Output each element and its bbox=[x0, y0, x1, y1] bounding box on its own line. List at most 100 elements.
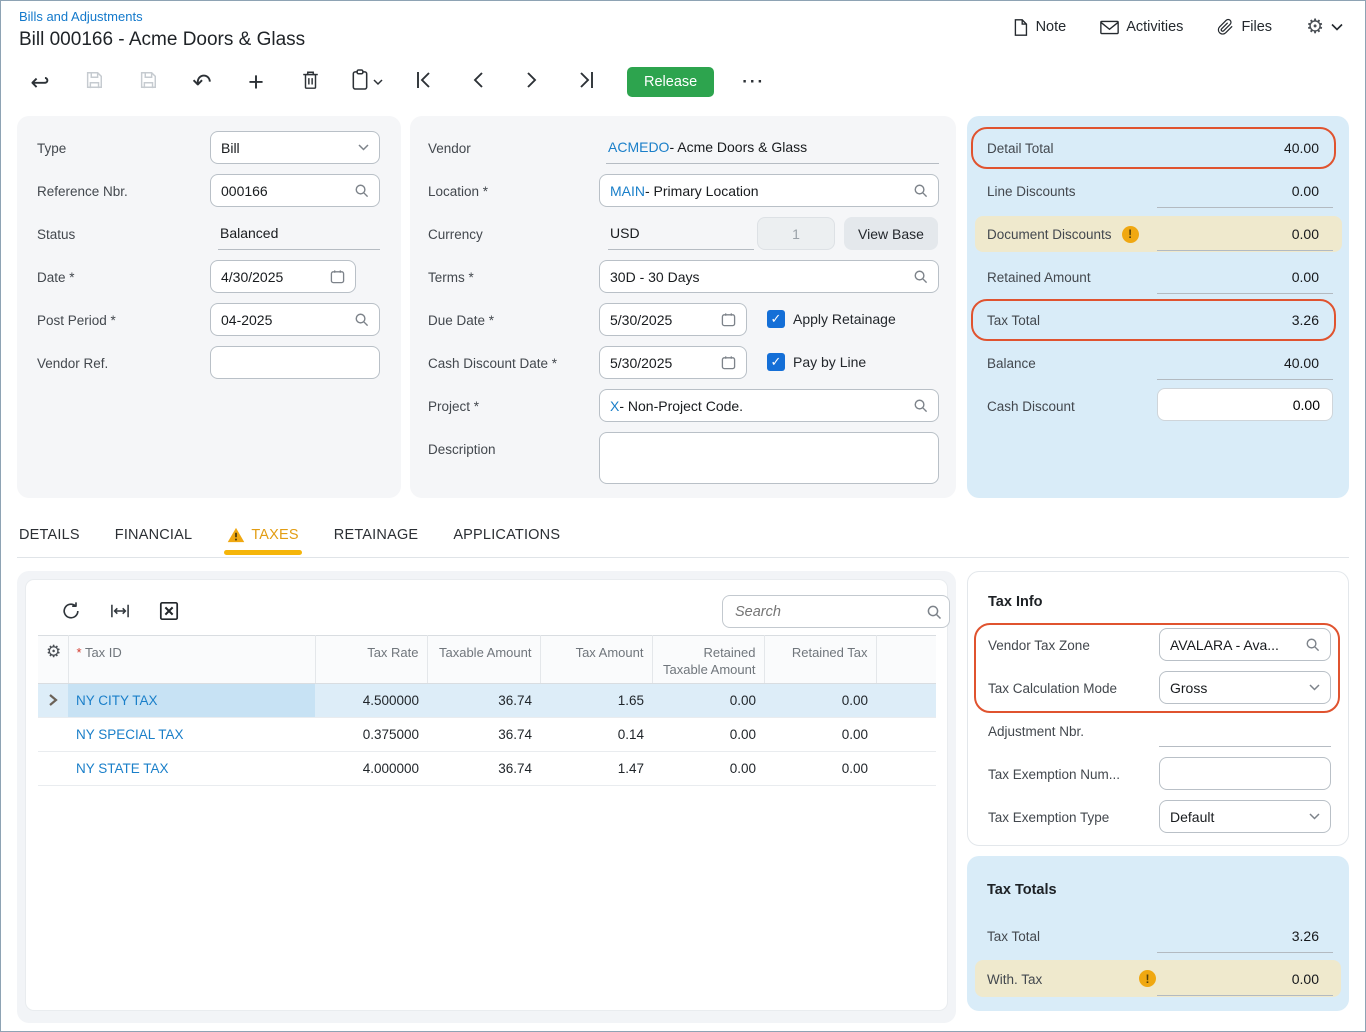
chevron-down-icon[interactable] bbox=[1309, 684, 1320, 691]
plus-icon: + bbox=[248, 69, 264, 96]
release-button[interactable]: Release bbox=[627, 67, 714, 97]
tab-details[interactable]: DETAILS bbox=[19, 527, 80, 543]
tax-rate-cell: 4.000000 bbox=[315, 751, 427, 785]
tax-totals-tax-total-value: 3.26 bbox=[1292, 928, 1319, 944]
totals-summary-panel: Detail Total 40.00 Line Discounts 0.00 D… bbox=[967, 116, 1349, 498]
search-icon[interactable] bbox=[913, 183, 928, 198]
save-and-close-button[interactable] bbox=[81, 69, 107, 95]
calendar-icon[interactable] bbox=[330, 269, 345, 284]
tab-financial[interactable]: FINANCIAL bbox=[115, 527, 193, 543]
vendor-label: Vendor bbox=[428, 141, 471, 156]
cash-discount-date-field[interactable]: 5/30/2025 bbox=[599, 346, 747, 379]
tax-id-cell[interactable]: NY CITY TAX bbox=[68, 683, 315, 717]
more-actions-button[interactable]: ··· bbox=[742, 72, 765, 92]
next-record-button[interactable] bbox=[519, 69, 545, 95]
export-to-excel-icon[interactable] bbox=[156, 598, 182, 624]
terms-field[interactable]: 30D - 30 Days bbox=[599, 260, 939, 293]
chevron-down-icon[interactable] bbox=[358, 144, 369, 151]
cash-discount-input[interactable] bbox=[1157, 388, 1333, 421]
view-base-button[interactable]: View Base bbox=[844, 217, 938, 250]
grid-search-input[interactable] bbox=[733, 603, 926, 621]
gear-icon[interactable]: ⚙ bbox=[46, 642, 61, 661]
col-header-tax-rate[interactable]: Tax Rate bbox=[315, 636, 427, 684]
tax-info-title: Tax Info bbox=[988, 594, 1043, 610]
tax-id-cell[interactable]: NY SPECIAL TAX bbox=[68, 717, 315, 751]
last-record-button[interactable] bbox=[573, 69, 599, 95]
refresh-icon[interactable] bbox=[58, 598, 84, 624]
terms-value: 30D - 30 Days bbox=[610, 269, 699, 285]
column-settings-cell[interactable]: ⚙ bbox=[38, 636, 68, 684]
type-dropdown[interactable]: Bill bbox=[210, 131, 380, 164]
delete-button[interactable] bbox=[297, 69, 323, 95]
grid-search-box[interactable] bbox=[722, 595, 950, 628]
tab-applications[interactable]: APPLICATIONS bbox=[453, 527, 560, 543]
tools-menu-button[interactable]: ⚙ bbox=[1306, 17, 1343, 37]
post-period-label: Post Period * bbox=[37, 313, 116, 328]
currency-rate-field: 1 bbox=[757, 217, 835, 250]
tax-total-value: 3.26 bbox=[1292, 312, 1319, 328]
tax-exemption-type-value: Default bbox=[1170, 809, 1214, 825]
status-label: Status bbox=[37, 227, 75, 242]
table-row[interactable]: NY CITY TAX 4.500000 36.74 1.65 0.00 0.0… bbox=[38, 683, 936, 717]
location-field[interactable]: MAIN - Primary Location bbox=[599, 174, 939, 207]
activities-button[interactable]: Activities bbox=[1100, 19, 1183, 35]
add-new-record-button[interactable]: + bbox=[243, 69, 269, 95]
search-icon[interactable] bbox=[1305, 637, 1320, 652]
reference-nbr-field[interactable]: 000166 bbox=[210, 174, 380, 207]
calendar-icon[interactable] bbox=[721, 355, 736, 370]
copy-paste-button[interactable] bbox=[351, 69, 383, 95]
search-icon[interactable] bbox=[926, 604, 942, 620]
description-textarea[interactable] bbox=[599, 432, 939, 484]
chevron-down-icon[interactable] bbox=[1309, 813, 1320, 820]
project-field[interactable]: X - Non-Project Code. bbox=[599, 389, 939, 422]
vendor-code-link[interactable]: ACMEDO bbox=[608, 139, 669, 155]
table-row[interactable]: NY SPECIAL TAX 0.375000 36.74 0.14 0.00 … bbox=[38, 717, 936, 751]
save-button[interactable] bbox=[135, 69, 161, 95]
project-code-link[interactable]: X bbox=[610, 398, 619, 414]
row-selector-cell bbox=[38, 717, 68, 751]
search-icon[interactable] bbox=[354, 183, 369, 198]
first-record-button[interactable] bbox=[411, 69, 437, 95]
location-code-link[interactable]: MAIN bbox=[610, 183, 645, 199]
col-header-retained-tax[interactable]: Retained Tax bbox=[764, 636, 876, 684]
search-icon[interactable] bbox=[354, 312, 369, 327]
calendar-icon[interactable] bbox=[721, 312, 736, 327]
tax-exemption-number-field[interactable] bbox=[1159, 757, 1331, 790]
search-icon[interactable] bbox=[913, 398, 928, 413]
due-date-field[interactable]: 5/30/2025 bbox=[599, 303, 747, 336]
date-field[interactable]: 4/30/2025 bbox=[210, 260, 356, 293]
cancel-undo-button[interactable]: ↶ bbox=[189, 69, 215, 95]
tax-id-cell[interactable]: NY STATE TAX bbox=[68, 751, 315, 785]
retained-amount-label: Retained Amount bbox=[987, 270, 1091, 285]
with-tax-label: With. Tax bbox=[987, 972, 1042, 987]
col-header-retained-taxable-amount[interactable]: Retained Taxable Amount bbox=[652, 636, 764, 684]
type-label: Type bbox=[37, 141, 66, 156]
tax-calculation-mode-dropdown[interactable]: Gross bbox=[1159, 671, 1331, 704]
post-period-field[interactable]: 04-2025 bbox=[210, 303, 380, 336]
table-row[interactable]: NY STATE TAX 4.000000 36.74 1.47 0.00 0.… bbox=[38, 751, 936, 785]
tab-taxes[interactable]: TAXES bbox=[227, 527, 298, 543]
go-back-button[interactable]: ↩ bbox=[27, 69, 53, 95]
breadcrumb[interactable]: Bills and Adjustments bbox=[19, 9, 143, 24]
files-button[interactable]: Files bbox=[1217, 18, 1272, 36]
tax-exemption-type-dropdown[interactable]: Default bbox=[1159, 800, 1331, 833]
note-button[interactable]: Note bbox=[1012, 18, 1067, 37]
cash-discount-label: Cash Discount bbox=[987, 399, 1075, 414]
pay-by-line-checkbox[interactable]: ✓ Pay by Line bbox=[767, 353, 866, 371]
vendor-ref-field[interactable] bbox=[210, 346, 380, 379]
trash-icon bbox=[301, 70, 320, 95]
previous-record-button[interactable] bbox=[465, 69, 491, 95]
bills-and-adjustments-screen: Bills and Adjustments Bill 000166 - Acme… bbox=[0, 0, 1366, 1032]
vendor-tax-zone-field[interactable]: AVALARA - Ava... bbox=[1159, 628, 1331, 661]
vendor-info-panel: Vendor ACMEDO - Acme Doors & Glass Locat… bbox=[410, 116, 956, 498]
tab-retainage[interactable]: RETAINAGE bbox=[334, 527, 419, 543]
row-selector-cell bbox=[38, 751, 68, 785]
apply-retainage-checkbox[interactable]: ✓ Apply Retainage bbox=[767, 310, 896, 328]
col-header-tax-id[interactable]: * Tax ID bbox=[68, 636, 315, 684]
col-header-taxable-amount[interactable]: Taxable Amount bbox=[427, 636, 540, 684]
reference-nbr-label: Reference Nbr. bbox=[37, 184, 128, 199]
col-header-tax-amount[interactable]: Tax Amount bbox=[540, 636, 652, 684]
taxable-amount-cell: 36.74 bbox=[427, 683, 540, 717]
search-icon[interactable] bbox=[913, 269, 928, 284]
fit-width-icon[interactable] bbox=[107, 598, 133, 624]
